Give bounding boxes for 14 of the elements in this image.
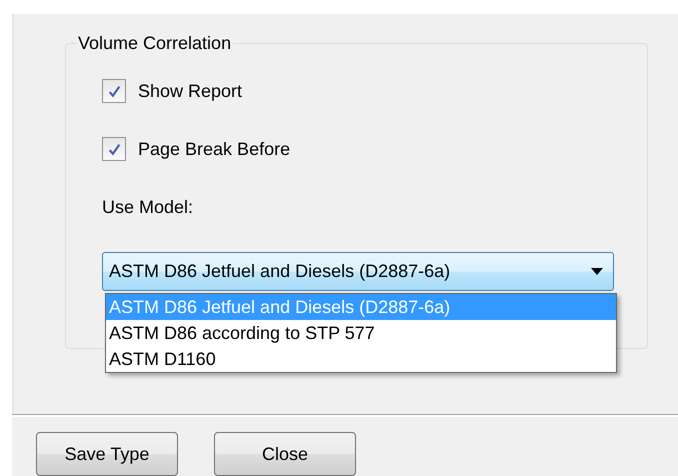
checkbox-label: Show Report (138, 80, 242, 102)
checkbox[interactable] (102, 137, 126, 161)
close-button[interactable]: Close (214, 432, 356, 476)
check-icon (106, 84, 122, 98)
save-type-button[interactable]: Save Type (36, 432, 178, 476)
group-title: Volume Correlation (77, 32, 232, 54)
model-label: Use Model: (102, 197, 194, 217)
model-dropdown[interactable]: ASTM D86 Jetfuel and Diesels (D2887-6a) (102, 252, 614, 291)
dropdown-option[interactable]: ASTM D1160 (106, 346, 616, 372)
caret-icon (591, 268, 603, 275)
checkbox-label: Page Break Before (138, 138, 290, 160)
dropdown-option[interactable]: ASTM D86 according to STP 577 (106, 320, 616, 346)
check-icon (106, 142, 122, 156)
checkbox[interactable] (102, 79, 126, 103)
